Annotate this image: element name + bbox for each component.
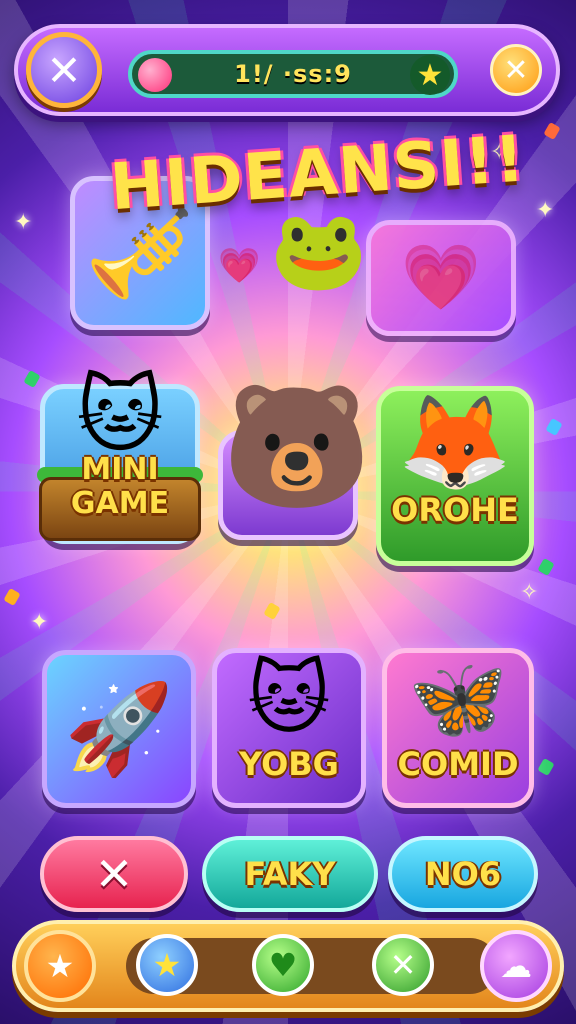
nav-button-x[interactable]: ✕ (372, 934, 434, 996)
yobg-tile[interactable]: 🐱 YOBG (212, 648, 366, 808)
faky-button[interactable]: FAKY (202, 836, 378, 912)
nav-button-left[interactable]: ★ (24, 930, 96, 1002)
mini-game-label: MINI GAME (70, 452, 170, 521)
progress-text: 1!/ ·ss:9 (234, 60, 352, 88)
bottom-nav-bar: ★ ★ ♥ ✕ ☁ (12, 920, 564, 1012)
yobg-label: YOBG (239, 745, 339, 783)
star-icon: ★ (410, 55, 450, 95)
close-icon: ✕ (503, 52, 529, 88)
rocket-tile[interactable]: 🚀 (42, 650, 196, 808)
star-icon: ★ (45, 947, 75, 985)
rocket-icon: 🚀 (64, 677, 174, 780)
sparkle-icon: ✦ (536, 198, 555, 223)
heart-icon: ♥ (268, 946, 298, 984)
close-icon: ✕ (46, 45, 82, 95)
orohe-label: OROHE (391, 491, 519, 529)
close-icon: ✕ (389, 946, 417, 984)
butterfly-icon: 🦋 (408, 652, 508, 745)
orohe-tile[interactable]: 🦊 OROHE (376, 386, 534, 566)
confetti (537, 557, 555, 577)
no6-button[interactable]: NO6 (388, 836, 538, 912)
fox-icon: 🦊 (397, 389, 513, 496)
nav-button-right[interactable]: ☁ (480, 930, 552, 1002)
heart-tile[interactable]: 💗 (366, 220, 516, 336)
sparkle-icon: ✦ (14, 210, 33, 235)
star-icon: ★ (152, 946, 182, 984)
close-button-left[interactable]: ✕ (26, 32, 102, 108)
nav-button-heart[interactable]: ♥ (252, 934, 314, 996)
top-bar: ✕ 1!/ ·ss:9 ★ ✕ (14, 24, 560, 116)
close-button-right[interactable]: ✕ (490, 44, 542, 96)
heart-icon: 💗 (218, 246, 261, 286)
confetti (537, 757, 555, 777)
confetti (543, 121, 561, 141)
confetti (23, 369, 41, 389)
cat-icon: 🐱 (247, 652, 331, 745)
game-title: HIDEANSI!! (107, 122, 528, 226)
comid-label: COMID (397, 745, 519, 783)
sparkle-icon: ✧ (520, 580, 539, 605)
mini-game-tile[interactable]: 🐱 MINI GAME (37, 373, 203, 544)
progress-bar: 1!/ ·ss:9 ★ (128, 50, 458, 98)
confetti (3, 587, 21, 607)
gem-icon (138, 58, 172, 92)
comid-tile[interactable]: 🦋 COMID (382, 648, 534, 808)
sparkle-icon: ✦ (30, 610, 49, 635)
green-creature-icon: 🐸 (270, 206, 368, 296)
crystal-heart-icon: 💗 (401, 241, 481, 315)
cat-icon: 🐱 (76, 366, 164, 464)
close-icon: ✕ (94, 847, 134, 901)
cloud-icon: ☁ (500, 947, 532, 985)
bear-character-icon[interactable]: 🐻 (222, 378, 371, 518)
cancel-button[interactable]: ✕ (40, 836, 188, 912)
nav-button-star[interactable]: ★ (136, 934, 198, 996)
confetti (545, 417, 563, 437)
confetti (263, 601, 281, 621)
